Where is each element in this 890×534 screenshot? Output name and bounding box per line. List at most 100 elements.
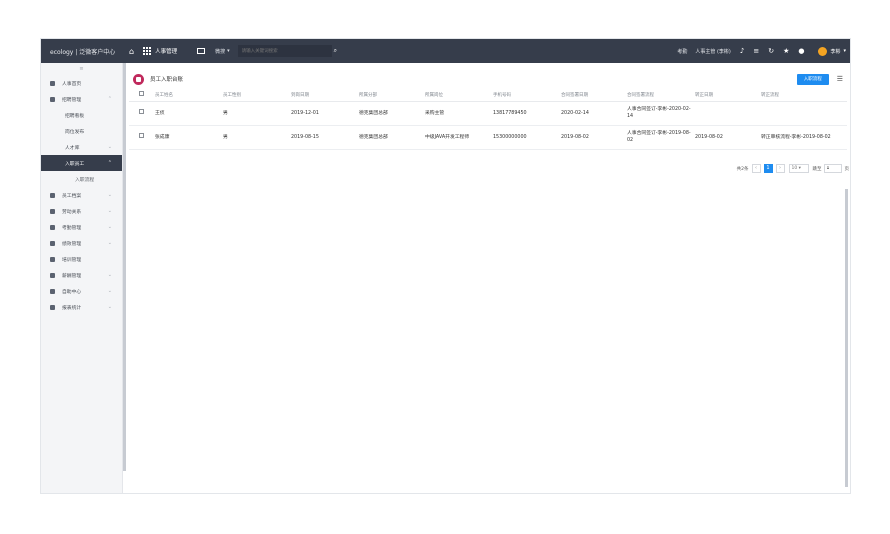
cell-contract-date: 2019-08-02 [561,125,627,150]
goto-page-input[interactable] [823,164,842,173]
col-header[interactable]: 所属岗位 [425,89,493,102]
refresh-icon[interactable]: ↻ [768,47,774,55]
col-header[interactable]: 合同签署日期 [561,89,627,102]
sidebar-item-salary[interactable]: 薪酬管理 ⌄ [41,267,122,283]
sidebar-scrollbar[interactable] [123,63,126,471]
row-checkbox[interactable] [139,109,144,114]
cell-regular-date: 2019-08-02 [695,125,761,150]
sidebar-item-recruit[interactable]: 招聘管理 ⌃ [41,91,122,107]
collapse-icon[interactable]: ≡ [41,63,122,75]
sidebar-item-reports[interactable]: 报表统计 ⌄ [41,299,122,315]
sidebar-item-self-service[interactable]: 自助中心 ⌄ [41,283,122,299]
col-header[interactable]: 转正流程 [761,89,847,102]
page-number-button[interactable]: 1 [763,164,773,173]
search-scope[interactable]: 微搜 [215,48,225,55]
sidebar-item-home[interactable]: 人事首页 [41,75,122,91]
table-row[interactable]: 张成康 男 2019-08-15 德克集团总部 中级JAVA开发工程师 1530… [129,125,847,150]
main-scrollbar[interactable] [845,189,848,487]
cell-arrival-date: 2019-12-01 [291,101,359,126]
cell-gender: 男 [223,101,291,126]
book-icon [50,288,55,294]
module-title[interactable]: 人事管理 [155,47,177,55]
col-header[interactable]: 员工性别 [223,89,291,102]
sidebar-item-attendance[interactable]: 考勤管理 ⌄ [41,219,122,235]
col-header[interactable]: 合同签署流程 [627,89,695,102]
page-size-select[interactable]: 10 ▾ [788,164,809,173]
cell-regular-flow[interactable]: 转正审核流程-李彬-2019-08-02 [761,125,847,150]
sidebar-item-label: 员工档案 [62,193,82,199]
ledger-icon [133,73,144,85]
app-grid-icon[interactable] [143,47,152,55]
page-title: 员工入职台账 [150,77,184,83]
sidebar-item-label: 考勤管理 [62,225,82,231]
sidebar-item-label: 入职流程 [75,177,95,183]
sidebar-item-post-publish[interactable]: 岗位发布 [41,123,122,139]
goto-label: 跳至 [812,166,822,172]
sidebar-item-onboard-flow[interactable]: 入职流程 [41,171,122,187]
select-all-checkbox[interactable] [139,91,144,97]
chat-icon[interactable]: ● [798,47,804,55]
cell-regular-flow[interactable] [761,101,847,126]
sidebar-item-archive[interactable]: 员工档案 ⌄ [41,187,122,203]
cell-name[interactable]: 王侦 [155,101,223,126]
search-icon[interactable]: ⌕ [334,47,337,55]
book-icon [50,272,55,278]
col-header[interactable]: 员工姓名 [155,89,223,102]
user-name[interactable]: 李彬 [830,48,840,55]
prev-page-button[interactable]: ‹ [751,164,761,173]
chevron-down-icon[interactable]: ▾ [227,48,230,54]
sidebar-item-label: 人才库 [65,145,80,151]
table-row[interactable]: 王侦 男 2019-12-01 德克集团总部 采购主管 13817789450 … [129,101,847,126]
star-icon[interactable]: ★ [783,47,789,55]
col-header[interactable]: 到岗日期 [291,89,359,102]
book-icon [50,224,55,230]
next-page-button[interactable]: › [775,164,785,173]
sidebar-item-label: 培训管理 [62,257,82,263]
book-icon [50,96,55,102]
chevron-down-icon[interactable]: ▾ [843,48,846,54]
row-checkbox[interactable] [139,133,144,138]
col-header[interactable]: 所属分部 [359,89,425,102]
sidebar-item-onboard-staff[interactable]: 入职员工 ⌃ [41,155,122,171]
bell-icon[interactable]: ♪ [740,47,744,55]
switch-view-icon[interactable] [197,48,206,54]
top-bar: ecology | 泛微客户中心 ⌂ 人事管理 微搜 ▾ ⌕ 考勤 人事主管 (… [41,39,850,63]
cell-contract-flow[interactable]: 人事合同签订-李彬-2020-02-14 [627,101,695,126]
menu-icon[interactable]: ≡ [753,47,759,55]
role-switch[interactable]: 人事主管 (李彬) [695,48,731,55]
avatar[interactable] [818,46,828,56]
cell-contract-flow[interactable]: 人事合同签订-李彬-2019-08-02 [627,125,695,150]
brand[interactable]: ecology | 泛微客户中心 [41,47,127,56]
sidebar-item-recruit-board[interactable]: 招聘看板 [41,107,122,123]
col-header[interactable]: 手机号码 [493,89,561,102]
sidebar-item-labor[interactable]: 劳动关系 ⌄ [41,203,122,219]
cell-post: 中级JAVA开发工程师 [425,125,493,150]
chevron-up-icon: ⌃ [107,160,112,166]
page-unit: 页 [844,166,850,172]
sidebar-item-label: 人事首页 [62,81,82,87]
book-icon [50,256,55,262]
sidebar-item-training[interactable]: 培训管理 [41,251,122,267]
chevron-down-icon: ⌄ [107,192,112,198]
total-count: 共2条 [736,166,749,172]
chevron-down-icon: ⌄ [107,240,112,246]
book-icon [50,304,55,310]
main-content: 员工入职台账 入职流程 ☰ 员工姓名 员工性别 到岗日期 所属分部 所属岗位 手… [127,69,849,489]
page-header: 员工入职台账 入职流程 ☰ [127,69,849,89]
cell-name[interactable]: 张成康 [155,125,223,150]
sidebar-item-label: 岗位发布 [65,129,85,135]
onboard-flow-button[interactable]: 入职流程 [796,73,829,85]
sidebar-item-talent-pool[interactable]: 人才库 ⌄ [41,139,122,155]
sidebar-item-label: 入职员工 [65,161,85,167]
chevron-down-icon: ⌄ [107,288,112,294]
cell-gender: 男 [223,125,291,150]
list-menu-icon[interactable]: ☰ [837,75,843,83]
cell-post: 采购主管 [425,101,493,126]
sidebar-item-performance[interactable]: 绩效管理 ⌄ [41,235,122,251]
cell-regular-date [695,101,761,126]
search-input[interactable] [237,45,332,57]
book-icon [50,240,55,246]
home-icon[interactable]: ⌂ [129,47,134,56]
attendance-link[interactable]: 考勤 [677,48,687,55]
col-header[interactable]: 转正日期 [695,89,761,102]
